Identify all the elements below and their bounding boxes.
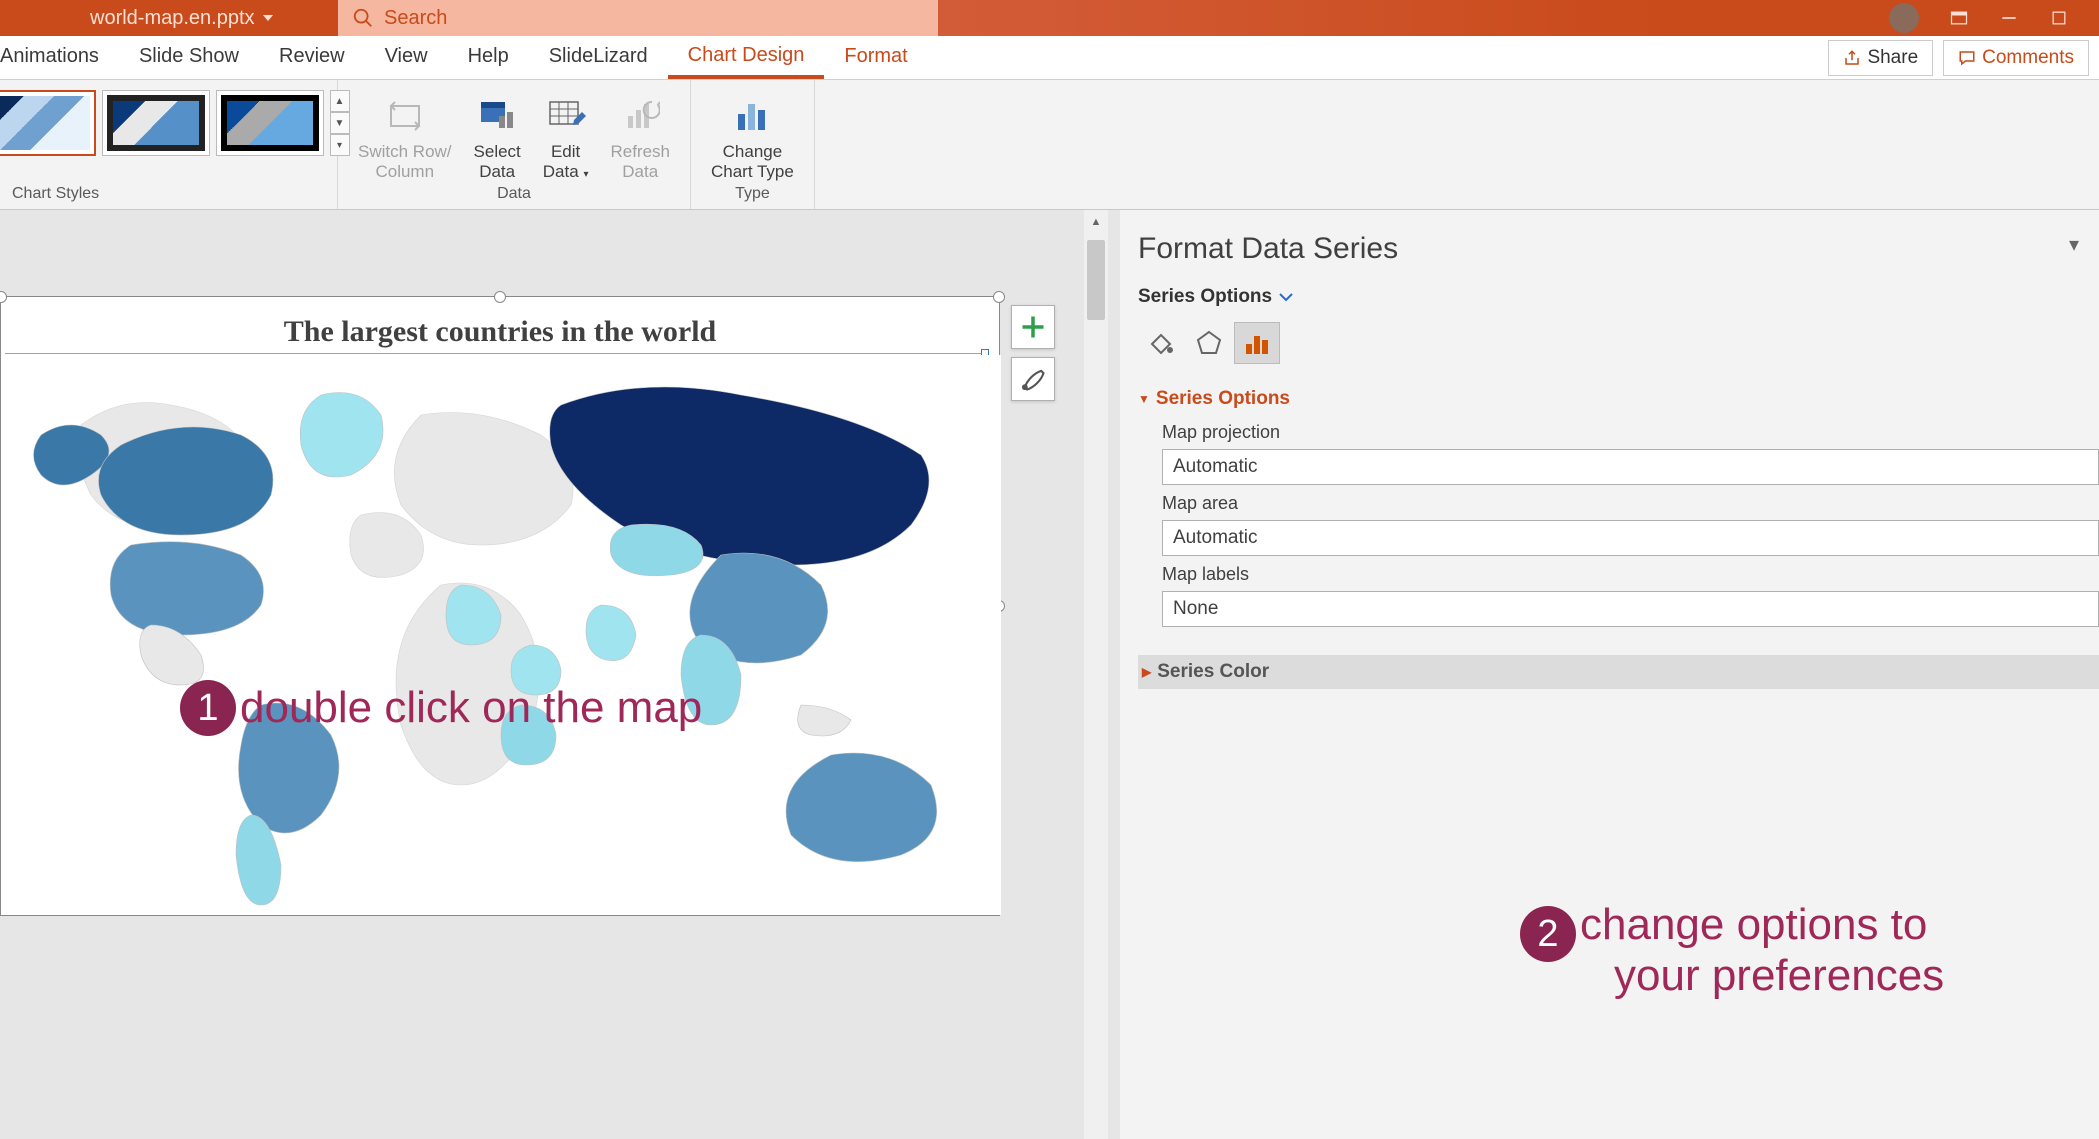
map-area-select[interactable]: Automatic: [1162, 520, 2099, 556]
map-projection-select[interactable]: Automatic: [1162, 449, 2099, 485]
fill-tab[interactable]: [1138, 322, 1184, 364]
ribbon-body: ▲ ▼ ▾ Chart Styles Switch Row/ Column Se…: [0, 80, 2099, 210]
effects-tab[interactable]: [1186, 322, 1232, 364]
series-options-dropdown[interactable]: Series Options: [1138, 286, 2099, 308]
chart-style-3[interactable]: [216, 90, 324, 156]
map-projection-label: Map projection: [1162, 422, 2099, 443]
brush-icon: [1019, 365, 1047, 393]
share-button[interactable]: Share: [1828, 40, 1933, 76]
document-name[interactable]: world-map.en.pptx: [0, 7, 273, 30]
edit-data-icon: [546, 96, 586, 136]
title-bar: world-map.en.pptx Search: [0, 0, 2099, 36]
tab-slide-show[interactable]: Slide Show: [119, 39, 259, 79]
switch-row-column-button: Switch Row/ Column: [350, 90, 460, 185]
map-area-label: Map area: [1162, 493, 2099, 514]
pentagon-icon: [1194, 328, 1224, 358]
resize-handle[interactable]: [0, 291, 7, 303]
bar-chart-icon: [1242, 328, 1272, 358]
search-box[interactable]: Search: [338, 0, 938, 36]
change-chart-type-button[interactable]: Change Chart Type: [703, 90, 802, 185]
resize-handle[interactable]: [993, 291, 1005, 303]
chart-styles-button[interactable]: [1011, 357, 1055, 401]
collapse-icon: ▼: [1138, 392, 1150, 406]
world-map-chart[interactable]: [1, 355, 1001, 915]
series-options-section[interactable]: ▼ Series Options: [1138, 388, 2099, 410]
map-labels-label: Map labels: [1162, 564, 2099, 585]
chart-elements-button[interactable]: [1011, 305, 1055, 349]
pane-menu-icon[interactable]: ▾: [2069, 232, 2079, 266]
annotation-2: 2 change options to your preferences: [1520, 900, 1944, 1001]
chart-styles-group-label: Chart Styles: [12, 185, 99, 207]
chart-style-gallery[interactable]: [0, 90, 324, 156]
tab-review[interactable]: Review: [259, 39, 365, 79]
refresh-icon: [620, 96, 660, 136]
annotation-1: 1 double click on the map: [180, 680, 702, 736]
pane-title: Format Data Series ▾: [1138, 232, 2099, 266]
pane-tab-icons: [1138, 322, 2099, 364]
series-tab[interactable]: [1234, 322, 1280, 364]
tab-animations[interactable]: Animations: [0, 39, 119, 79]
slide-canvas[interactable]: The largest countries in the world: [0, 210, 1093, 1139]
scroll-up-icon[interactable]: ▲: [1084, 210, 1108, 234]
window-controls: [1889, 0, 2099, 36]
resize-handle[interactable]: [494, 291, 506, 303]
doc-dropdown-icon: [263, 15, 273, 21]
comments-button[interactable]: Comments: [1943, 40, 2089, 76]
scroll-thumb[interactable]: [1087, 240, 1105, 320]
vertical-scrollbar[interactable]: ▲: [1084, 210, 1108, 1139]
type-group-label: Type: [735, 185, 770, 207]
edit-data-button[interactable]: Edit Data ▾: [535, 90, 597, 185]
chart-style-2[interactable]: [102, 90, 210, 156]
chart-title[interactable]: The largest countries in the world: [1, 315, 999, 349]
tab-chart-design[interactable]: Chart Design: [668, 38, 825, 79]
tab-help[interactable]: Help: [448, 39, 529, 79]
chevron-down-icon: [1278, 291, 1294, 303]
minimize-icon[interactable]: [1999, 8, 2019, 28]
select-data-button[interactable]: Select Data: [466, 90, 529, 185]
change-chart-type-icon: [732, 96, 772, 136]
annotation-1-badge: 1: [180, 680, 236, 736]
map-labels-select[interactable]: None: [1162, 591, 2099, 627]
plus-icon: [1019, 313, 1047, 341]
data-group-label: Data: [497, 185, 531, 207]
expand-icon: ▶: [1142, 665, 1151, 679]
share-icon: [1843, 49, 1861, 67]
paint-bucket-icon: [1146, 328, 1176, 358]
chart-style-1[interactable]: [0, 90, 96, 156]
user-avatar[interactable]: [1889, 3, 1919, 33]
annotation-1-text: double click on the map: [240, 683, 702, 734]
search-placeholder: Search: [384, 7, 447, 30]
ribbon-mode-icon[interactable]: [1949, 8, 1969, 28]
search-icon: [352, 7, 374, 29]
tab-slidelizard[interactable]: SlideLizard: [529, 39, 668, 79]
series-color-section[interactable]: ▶ Series Color: [1138, 655, 2099, 689]
tab-view[interactable]: View: [365, 39, 448, 79]
switch-row-col-icon: [385, 96, 425, 136]
chart-object[interactable]: The largest countries in the world: [0, 296, 1000, 916]
chart-plot-selection: [5, 353, 989, 354]
annotation-2-badge: 2: [1520, 906, 1576, 962]
ribbon-tabs: Animations Slide Show Review View Help S…: [0, 36, 2099, 80]
refresh-data-button: Refresh Data: [602, 90, 678, 185]
tab-format[interactable]: Format: [824, 39, 927, 79]
comment-icon: [1958, 49, 1976, 67]
select-data-icon: [477, 96, 517, 136]
annotation-2-text: change options to your preferences: [1580, 900, 1944, 1001]
maximize-icon[interactable]: [2049, 8, 2069, 28]
